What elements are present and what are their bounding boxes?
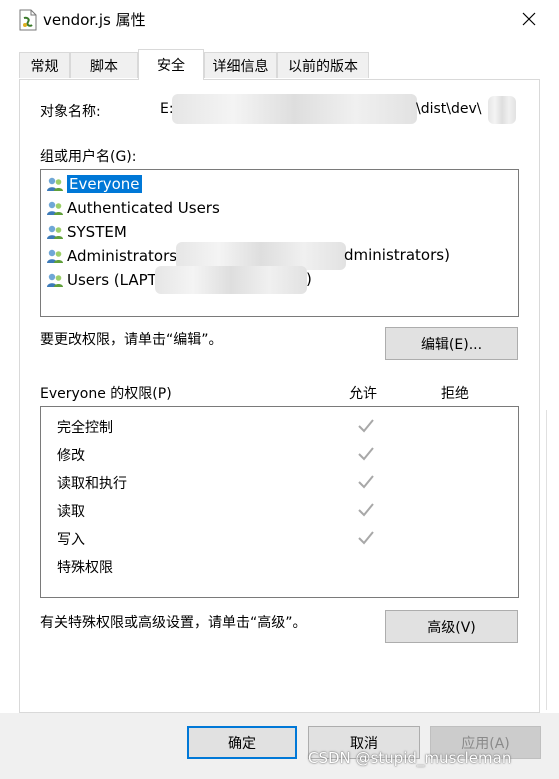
advanced-hint: 有关特殊权限或高级设置，请单击“高级”。 — [40, 615, 307, 631]
admin-suffix: dministrators) — [344, 246, 450, 264]
deny-header: 拒绝 — [441, 386, 469, 402]
tab-security[interactable]: 安全 — [138, 49, 204, 80]
permission-row: 读取和执行 — [57, 476, 127, 492]
edit-button[interactable]: 编辑(E)... — [385, 327, 518, 360]
user-group-icon — [47, 273, 63, 287]
check-icon — [358, 475, 374, 489]
user-group-icon — [47, 177, 63, 191]
tab-details[interactable]: 详细信息 — [204, 52, 277, 78]
tab-script[interactable]: 脚本 — [70, 52, 138, 78]
window-title: vendor.js 属性 — [43, 11, 146, 29]
object-name-end: \dist\dev\ — [416, 101, 482, 117]
user-group-icon — [47, 225, 63, 239]
redacted-path — [172, 94, 417, 124]
group-label: 组或用户名(G): — [40, 149, 137, 165]
dialog-footer: 确定 取消 应用(A) — [0, 713, 559, 779]
close-button[interactable] — [510, 4, 548, 34]
list-item[interactable]: Administrators — [46, 244, 177, 267]
redacted-path-end — [488, 96, 516, 124]
ok-button[interactable]: 确定 — [187, 726, 297, 759]
list-item[interactable]: SYSTEM — [46, 220, 127, 243]
advanced-button[interactable]: 高级(V) — [385, 610, 518, 643]
check-icon — [358, 447, 374, 461]
permissions-list[interactable]: 完全控制 修改 读取和执行 读取 写入 特殊权限 — [40, 406, 519, 598]
object-name-label: 对象名称: — [40, 104, 101, 120]
users-suffix: ) — [306, 270, 312, 288]
close-icon — [522, 12, 536, 26]
check-icon — [358, 531, 374, 545]
user-group-icon — [47, 201, 63, 215]
js-file-icon — [19, 9, 37, 31]
title-bar[interactable]: vendor.js 属性 — [0, 0, 559, 38]
csdn-watermark: CSDN @stupid_muscleman — [308, 749, 512, 767]
list-item[interactable]: Users (LAPT — [46, 268, 157, 291]
tab-previous-versions[interactable]: 以前的版本 — [277, 52, 369, 78]
allow-header: 允许 — [349, 386, 377, 402]
check-icon — [358, 503, 374, 517]
list-item[interactable]: Authenticated Users — [46, 196, 220, 219]
permission-row: 完全控制 — [57, 420, 113, 436]
permissions-label: Everyone 的权限(P) — [40, 386, 172, 402]
permission-row: 写入 — [57, 532, 85, 548]
permission-row: 读取 — [57, 504, 85, 520]
background-window-edge — [546, 410, 559, 710]
tab-general[interactable]: 常规 — [19, 52, 70, 78]
permission-row: 修改 — [57, 448, 85, 464]
user-group-icon — [47, 249, 63, 263]
check-icon — [358, 419, 374, 433]
list-item[interactable]: Everyone — [46, 172, 142, 195]
redacted-users-name — [155, 266, 307, 294]
change-hint: 要更改权限，请单击“编辑”。 — [40, 332, 223, 348]
permission-row: 特殊权限 — [57, 560, 113, 576]
